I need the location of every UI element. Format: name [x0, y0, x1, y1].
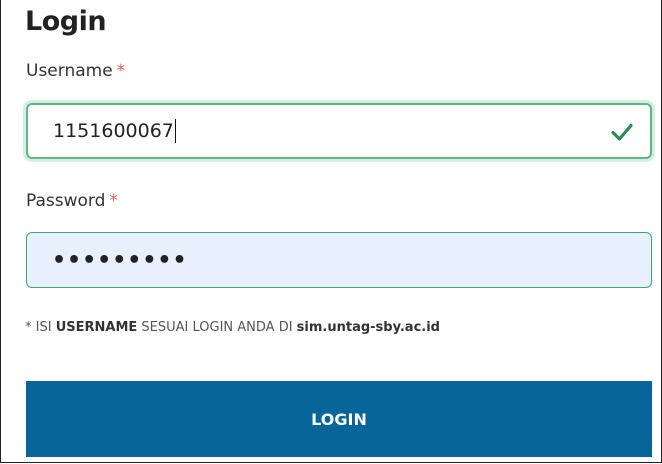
hint-middle: SESUAI LOGIN ANDA DI — [137, 320, 297, 335]
check-icon — [611, 123, 633, 141]
username-value: 1151600067 — [53, 120, 174, 142]
form-title: Login — [25, 6, 107, 37]
password-value: ••••••••• — [52, 247, 188, 273]
hint-prefix: * ISI — [25, 320, 56, 335]
username-hint: * ISI USERNAME SESUAI LOGIN ANDA DI sim.… — [25, 320, 440, 335]
text-caret — [174, 119, 176, 143]
hint-site: sim.untag-sby.ac.id — [296, 320, 440, 335]
required-mark: * — [109, 191, 118, 211]
login-button[interactable]: LOGIN — [26, 381, 652, 457]
username-label-text: Username — [26, 61, 113, 81]
login-form: Login Username * 1151600067 Password * •••… — [0, 0, 662, 463]
password-label: Password * — [26, 191, 118, 211]
username-label: Username * — [26, 61, 125, 81]
password-input[interactable]: ••••••••• — [26, 232, 652, 288]
hint-emphasis: USERNAME — [55, 320, 138, 335]
password-label-text: Password — [26, 191, 106, 211]
required-mark: * — [116, 61, 126, 81]
username-input[interactable]: 1151600067 — [26, 103, 652, 159]
